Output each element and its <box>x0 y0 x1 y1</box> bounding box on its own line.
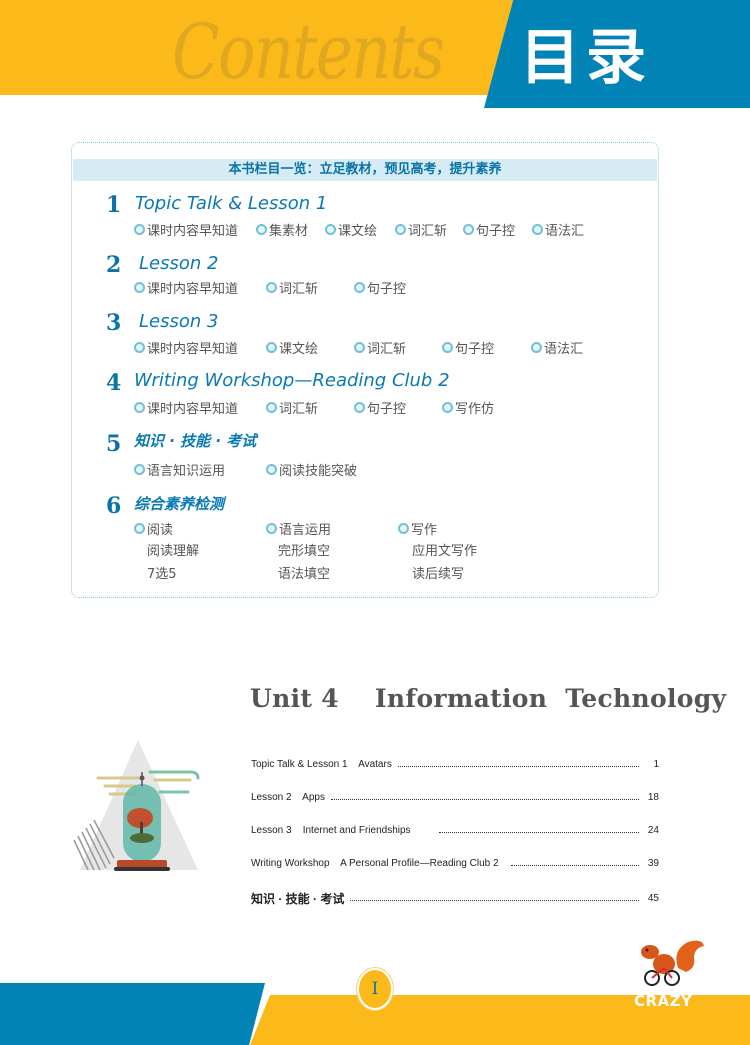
section-item: 课时内容早知道 <box>134 224 238 238</box>
section-item: 词汇斩 <box>266 282 318 296</box>
section-item: 课文绘 <box>325 224 377 238</box>
section-title[interactable]: Lesson 2 <box>139 255 218 273</box>
section-subitem: 阅读理解 <box>147 544 200 559</box>
section-subitem: 完形填空 <box>278 544 331 559</box>
bullet-icon <box>266 464 277 475</box>
toc-row[interactable]: Writing Workshop A Personal Profile—Read… <box>251 855 659 871</box>
section-item: 句子控 <box>463 224 515 238</box>
bullet-icon <box>134 402 145 413</box>
section-item: 课文绘 <box>266 342 318 356</box>
bell-jar-illustration <box>73 740 200 871</box>
section-title[interactable]: Lesson 3 <box>139 313 218 331</box>
section-title[interactable]: 综合素养检测 <box>134 497 224 512</box>
page-number: 24 <box>647 824 659 836</box>
section-title[interactable]: 知识 · 技能 · 考试 <box>134 434 256 449</box>
floating-island <box>130 833 154 843</box>
section-subitem: 7选5 <box>147 567 177 582</box>
section-subitem: 应用文写作 <box>412 544 478 559</box>
bullet-icon <box>134 464 145 475</box>
bullet-icon <box>134 224 145 235</box>
bullet-icon <box>256 224 267 235</box>
section-subitem: 读后续写 <box>412 567 465 582</box>
bullet-icon <box>266 523 277 534</box>
section-title[interactable]: Topic Talk & Lesson 1 <box>135 195 327 213</box>
dot-leader <box>510 864 639 866</box>
bullet-icon <box>398 523 409 534</box>
bullet-icon <box>266 402 277 413</box>
bullet-icon <box>266 342 277 353</box>
bullet-icon <box>325 224 336 235</box>
section-number: 1 <box>106 192 122 218</box>
bullet-icon <box>531 342 542 353</box>
section-number: 5 <box>106 431 122 457</box>
squirrel-mascot-icon <box>641 940 704 986</box>
page-title: 目录 <box>520 23 652 93</box>
page-number: 1 <box>653 758 659 770</box>
section-number: 3 <box>106 310 122 336</box>
bullet-icon <box>463 224 474 235</box>
section-number: 4 <box>106 370 122 396</box>
bullet-icon <box>134 523 145 534</box>
page-number: 39 <box>647 857 659 869</box>
page-number: 18 <box>647 791 659 803</box>
toc-row[interactable]: Topic Talk & Lesson 1 Avatars 1 <box>251 756 659 772</box>
section-group-label: 写作 <box>398 523 437 537</box>
section-group-label: 语言运用 <box>266 523 331 537</box>
bullet-icon <box>442 402 453 413</box>
dot-leader <box>397 765 639 767</box>
contents-watermark: Contents <box>172 7 445 96</box>
bullet-icon <box>134 342 145 353</box>
bullet-icon <box>354 342 365 353</box>
section-title[interactable]: Writing Workshop—Reading Club 2 <box>134 372 450 390</box>
section-number: 6 <box>106 493 122 519</box>
bullet-icon <box>442 342 453 353</box>
page-number: 45 <box>647 892 659 904</box>
page-number-badge: I <box>357 968 393 1010</box>
section-item: 语法汇 <box>532 224 584 238</box>
toc-row[interactable]: Lesson 2 Apps 18 <box>251 789 659 805</box>
section-group-label: 阅读 <box>134 523 173 537</box>
section-item: 写作仿 <box>442 402 494 416</box>
dot-leader <box>438 831 639 833</box>
dot-leader <box>330 798 639 800</box>
section-item: 课时内容早知道 <box>134 342 238 356</box>
section-item: 语法汇 <box>531 342 583 356</box>
unit-title: Unit 4 Information Technology <box>250 684 727 713</box>
mascot-label: CRAZY <box>634 992 693 1010</box>
section-item: 课时内容早知道 <box>134 402 238 416</box>
section-subitem: 语法填空 <box>278 567 331 582</box>
overview-banner-text: 本书栏目一览：立足教材，预见高考，提升素养 <box>228 162 502 177</box>
section-item: 语言知识运用 <box>134 464 225 478</box>
bullet-icon <box>266 282 277 293</box>
bullet-icon <box>134 282 145 293</box>
section-item: 句子控 <box>442 342 494 356</box>
section-number: 2 <box>106 252 122 278</box>
toc-row[interactable]: Lesson 3 Internet and Friendships 24 <box>251 822 659 838</box>
section-item: 集素材 <box>256 224 308 238</box>
section-item: 词汇斩 <box>354 342 406 356</box>
section-item: 句子控 <box>354 402 406 416</box>
section-item: 词汇斩 <box>266 402 318 416</box>
bullet-icon <box>354 282 365 293</box>
jar-base <box>117 860 167 868</box>
section-item: 词汇斩 <box>395 224 447 238</box>
section-item: 句子控 <box>354 282 406 296</box>
dot-leader <box>350 899 639 901</box>
bullet-icon <box>354 402 365 413</box>
bullet-icon <box>395 224 406 235</box>
section-item: 课时内容早知道 <box>134 282 238 296</box>
bullet-icon <box>532 224 543 235</box>
toc-row[interactable]: 知识 · 技能 · 考试 45 <box>251 890 659 906</box>
section-item: 阅读技能突破 <box>266 464 357 478</box>
footer-blue-band <box>0 983 265 1045</box>
